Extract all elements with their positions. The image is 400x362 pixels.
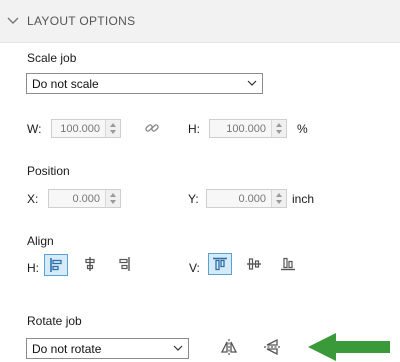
rotate-job-value: Do not rotate [32,342,102,356]
align-right-icon [119,257,130,271]
align-bottom-icon [281,257,295,271]
green-arrow-icon [308,333,390,361]
scale-unit: % [297,122,308,136]
align-top-icon [213,257,227,271]
width-label: W: [27,122,42,136]
chevron-down-icon[interactable] [7,15,19,25]
chain-link-icon[interactable] [144,120,160,136]
flip-vertical-button[interactable] [260,336,284,358]
align-vertical-center-icon [247,258,261,270]
height-stepper[interactable] [271,120,286,137]
align-top-button[interactable] [208,253,232,275]
align-left-button[interactable] [44,254,68,276]
flip-horizontal-button[interactable] [217,336,241,358]
align-h-label: H: [27,261,39,275]
height-label: H: [188,122,200,136]
rotate-job-select[interactable]: Do not rotate [26,338,189,359]
width-value: 100.000 [60,123,100,135]
align-label: Align [27,234,54,248]
scale-job-label: Scale job [27,51,77,65]
x-value: 0.000 [72,193,100,205]
y-stepper[interactable] [271,190,286,207]
chevron-down-icon [247,80,257,86]
x-input[interactable]: 0.000 [48,189,121,208]
y-label: Y: [188,192,199,206]
align-vertical-center-button[interactable] [243,254,267,276]
y-input[interactable]: 0.000 [206,189,287,208]
align-right-button[interactable] [113,254,137,276]
rotate-job-label: Rotate job [27,314,82,328]
width-stepper[interactable] [105,120,120,137]
align-bottom-button[interactable] [277,254,301,276]
align-horizontal-center-icon [85,257,95,271]
align-v-label: V: [189,261,200,275]
scale-job-select[interactable]: Do not scale [26,73,263,94]
section-title: LAYOUT OPTIONS [27,14,136,28]
width-input[interactable]: 100.000 [51,119,121,138]
x-stepper[interactable] [105,190,120,207]
y-value: 0.000 [238,193,266,205]
chevron-down-icon [173,345,183,351]
position-unit: inch [292,192,315,206]
scale-job-value: Do not scale [32,77,99,91]
height-value: 100.000 [226,123,266,135]
layout-options-header[interactable]: LAYOUT OPTIONS [0,0,400,43]
x-label: X: [27,192,39,206]
flip-vertical-icon [264,338,280,356]
position-label: Position [27,164,70,178]
align-left-icon [50,258,62,272]
height-input[interactable]: 100.000 [209,119,287,138]
align-horizontal-center-button[interactable] [79,254,103,276]
flip-horizontal-icon [220,339,238,355]
